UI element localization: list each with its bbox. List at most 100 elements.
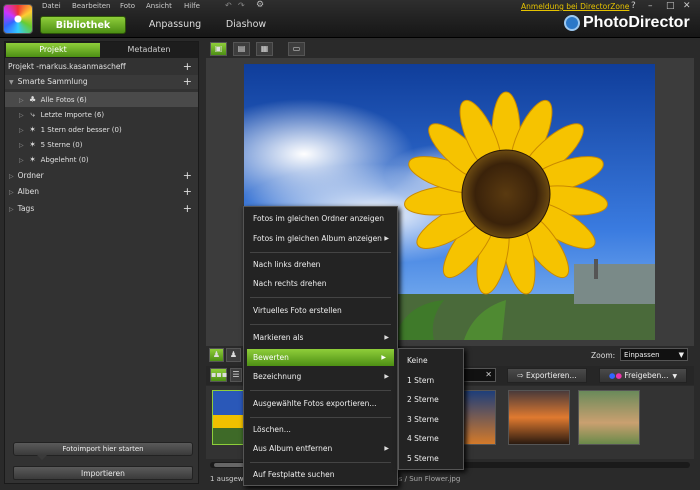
grid-view-icon[interactable]: ▦ <box>256 42 273 56</box>
thumbnail-sunset-2[interactable] <box>508 390 570 445</box>
submenu-arrow-icon: ▶ <box>384 235 389 242</box>
smart-item-abgelehnt[interactable]: ▷ ✶ Abgelehnt (0) <box>5 152 198 167</box>
import-button[interactable]: Importieren <box>13 466 193 480</box>
menu-item-album-anzeigen[interactable]: Fotos im gleichen Album anzeigen ▶ <box>244 229 397 249</box>
menu-ansicht[interactable]: Ansicht <box>146 2 172 12</box>
menu-item-festplatte-suchen[interactable]: Auf Festplatte suchen <box>244 465 397 485</box>
tab-metadaten[interactable]: Metadaten <box>102 43 196 57</box>
tab-anpassung[interactable]: Anpassung <box>140 16 210 34</box>
menu-item-loeschen[interactable]: Löschen... <box>244 420 397 440</box>
brand-name: PhotoDirector <box>583 14 690 31</box>
menu-item-label: Markieren als <box>253 333 304 342</box>
rating-1-stern[interactable]: 1 Stern <box>399 371 463 391</box>
minimize-button[interactable]: – <box>648 1 653 11</box>
callout-pointer <box>37 455 47 460</box>
share-button[interactable]: ●● Freigeben... ▼ <box>599 368 687 383</box>
thumbnail-cat[interactable] <box>578 390 640 445</box>
smart-item-5-sterne[interactable]: ▷ ✶ 5 Sterne (0) <box>5 137 198 152</box>
submenu-arrow-icon: ▶ <box>381 354 386 361</box>
add-folder-icon[interactable]: + <box>183 169 192 182</box>
expand-triangle-icon: ▷ <box>19 127 24 134</box>
expand-triangle-icon: ▷ <box>19 157 24 164</box>
rating-2-sterne[interactable]: 2 Sterne <box>399 390 463 410</box>
library-panel: Projekt Metadaten Projekt -markus.kasanm… <box>4 41 199 484</box>
menu-separator <box>250 324 391 325</box>
menu-item-exportieren[interactable]: Ausgewählte Fotos exportieren... <box>244 394 397 414</box>
second-monitor-icon[interactable]: ▭ <box>288 42 305 56</box>
people-tag-icon[interactable]: ♟ <box>209 348 224 362</box>
add-tag-icon[interactable]: + <box>183 202 192 215</box>
smart-collection-header[interactable]: ▼ Smarte Sammlung + <box>5 75 198 89</box>
import-start-button[interactable]: Fotoimport hier starten <box>13 442 193 456</box>
view-toolbar: ▣ ▤ ▦ ▭ <box>206 41 694 57</box>
clear-search-icon[interactable]: ✕ <box>485 370 492 379</box>
photodirector-window: Datei Bearbeiten Foto Ansicht Hilfe ↶ ↷ … <box>0 0 700 490</box>
menu-item-ordner-anzeigen[interactable]: Fotos im gleichen Ordner anzeigen <box>244 209 397 229</box>
menu-datei[interactable]: Datei <box>42 2 61 12</box>
directorzone-login-link[interactable]: Anmeldung bei DirectorZone <box>521 2 629 11</box>
project-row[interactable]: Projekt -markus.kasanmascheff + <box>5 60 198 74</box>
loupe-view-icon[interactable]: ▣ <box>210 42 227 56</box>
menu-hilfe[interactable]: Hilfe <box>184 2 200 12</box>
smart-item-alle-fotos[interactable]: ▷ ♣ Alle Fotos (6) <box>5 92 198 107</box>
menu-foto[interactable]: Foto <box>120 2 135 12</box>
maximize-button[interactable]: □ <box>666 1 675 11</box>
section-label: Tags <box>17 204 35 213</box>
expand-triangle-icon: ▷ <box>19 97 24 104</box>
menu-bearbeiten[interactable]: Bearbeiten <box>72 2 110 12</box>
help-button[interactable]: ? <box>631 1 636 11</box>
add-smart-collection-icon[interactable]: + <box>183 75 192 88</box>
section-ordner[interactable]: ▷ Ordner + <box>5 169 198 183</box>
smart-collection-label: Smarte Sammlung <box>17 77 88 86</box>
rating-4-sterne[interactable]: 4 Sterne <box>399 429 463 449</box>
filmstrip-view-icon[interactable]: ▪▪▪ <box>210 368 227 382</box>
menu-separator <box>250 252 391 253</box>
title-bar: Datei Bearbeiten Foto Ansicht Hilfe ↶ ↷ … <box>0 0 700 38</box>
redo-icon[interactable]: ↷ <box>238 1 245 10</box>
tab-diashow[interactable]: Diashow <box>216 16 276 34</box>
tab-bibliothek[interactable]: Bibliothek <box>40 16 126 34</box>
star-icon: ✶ <box>29 140 36 149</box>
menu-item-label: Auf Festplatte suchen <box>253 470 335 479</box>
menu-item-links-drehen[interactable]: Nach links drehen <box>244 255 397 275</box>
menu-item-bezeichnung[interactable]: Bezeichnung ▶ <box>244 367 397 387</box>
menu-item-label: Bewerten <box>253 353 289 362</box>
smart-item-label: 1 Stern oder besser (0) <box>40 126 122 134</box>
undo-icon[interactable]: ↶ <box>225 1 232 10</box>
section-label: Ordner <box>17 171 44 180</box>
menu-item-virtuelles-foto[interactable]: Virtuelles Foto erstellen <box>244 301 397 321</box>
export-button[interactable]: ⇨ Exportieren... <box>507 368 587 383</box>
rating-3-sterne[interactable]: 3 Sterne <box>399 410 463 430</box>
section-alben[interactable]: ▷ Alben + <box>5 185 198 199</box>
add-album-icon[interactable]: + <box>183 185 192 198</box>
menu-item-label: Löschen... <box>253 425 291 434</box>
smart-item-label: Letzte Importe (6) <box>40 111 105 119</box>
smart-item-label: Abgelehnt (0) <box>40 156 89 164</box>
menu-item-bewerten[interactable]: Bewerten ▶ <box>247 349 394 366</box>
zoom-select[interactable]: Einpassen ▼ <box>620 348 688 361</box>
menu-item-markieren-als[interactable]: Markieren als ▶ <box>244 328 397 348</box>
share-label: Freigeben... <box>624 371 669 380</box>
menu-item-label: Fotos im gleichen Ordner anzeigen <box>253 214 384 223</box>
menu-item-label: Aus Album entfernen <box>253 444 333 453</box>
compare-view-icon[interactable]: ▤ <box>233 42 250 56</box>
menu-separator <box>250 390 391 391</box>
close-button[interactable]: ✕ <box>683 1 691 11</box>
list-view-icon[interactable]: ☰ <box>230 368 242 382</box>
rating-keine[interactable]: Keine <box>399 351 463 371</box>
add-project-icon[interactable]: + <box>183 60 192 73</box>
menu-item-aus-album-entfernen[interactable]: Aus Album entfernen ▶ <box>244 439 397 459</box>
add-person-icon[interactable]: ♟ <box>226 348 241 362</box>
tab-projekt[interactable]: Projekt <box>6 43 100 57</box>
smart-item-1-stern[interactable]: ▷ ✶ 1 Stern oder besser (0) <box>5 122 198 137</box>
export-icon: ⇨ <box>517 371 526 380</box>
settings-gear-icon[interactable]: ⚙ <box>256 0 264 10</box>
collapse-triangle-icon: ▼ <box>9 79 14 86</box>
project-name: Projekt -markus.kasanmascheff <box>8 62 126 71</box>
rating-5-sterne[interactable]: 5 Sterne <box>399 449 463 469</box>
menu-item-rechts-drehen[interactable]: Nach rechts drehen <box>244 274 397 294</box>
smart-item-letzte-importe[interactable]: ▷ ⤷ Letzte Importe (6) <box>5 107 198 122</box>
expand-triangle-icon: ▷ <box>19 142 24 149</box>
section-tags[interactable]: ▷ Tags + <box>5 202 198 216</box>
import-icon: ⤷ <box>30 110 35 119</box>
